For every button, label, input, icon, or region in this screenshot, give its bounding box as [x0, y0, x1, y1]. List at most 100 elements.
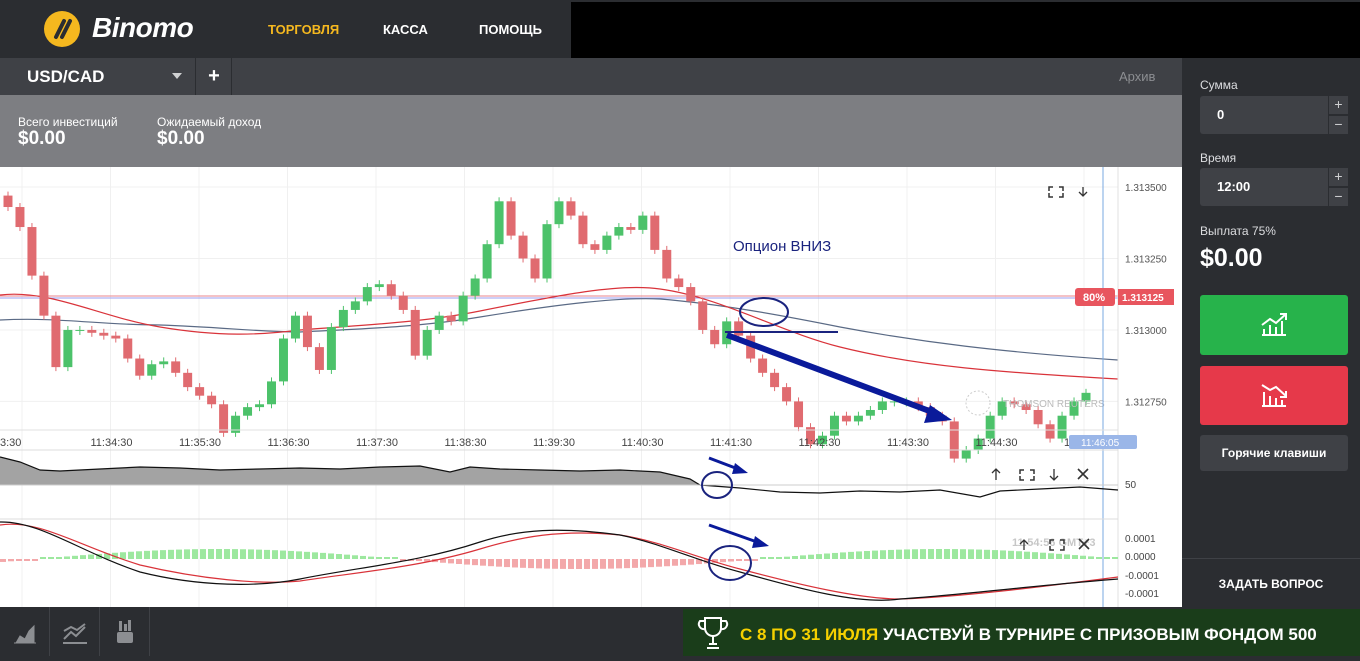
option-down-annotation: Опцион ВНИЗ	[733, 238, 831, 255]
asset-name[interactable]: USD/CAD	[27, 67, 104, 87]
macd-bar	[384, 557, 390, 559]
close-icon[interactable]	[1077, 468, 1089, 480]
arrow-up-icon[interactable]	[991, 468, 1001, 480]
archive-link[interactable]: Архив	[1119, 69, 1155, 84]
x-tick-label: 11:42:30	[799, 437, 841, 449]
amount-input[interactable]: 0	[1200, 96, 1328, 134]
macd-bar	[456, 559, 462, 564]
arrow-down-icon[interactable]	[1078, 187, 1088, 197]
nav-trading[interactable]: ТОРГОВЛЯ	[268, 22, 339, 37]
indicators-icon[interactable]	[50, 607, 100, 656]
macd-bar	[544, 559, 550, 569]
candle	[171, 361, 181, 373]
x-tick-label: 3:30	[0, 437, 21, 449]
x-tick-label: 11:40:30	[622, 437, 664, 449]
fullscreen-icon[interactable]	[1048, 186, 1064, 198]
x-tick-label: 11:34:30	[91, 437, 133, 449]
candle	[961, 450, 971, 459]
candle	[338, 309, 348, 328]
macd-bar	[568, 559, 574, 569]
macd-bar	[800, 555, 806, 559]
y-tick-label: 1.313250	[1125, 254, 1167, 265]
candle	[853, 415, 863, 422]
chevron-down-icon[interactable]	[172, 73, 182, 79]
macd-bar	[848, 551, 854, 559]
x-tick-label: 11:38:30	[445, 437, 487, 449]
candle	[494, 201, 504, 245]
macd-bar	[776, 557, 782, 559]
macd-bar	[496, 559, 502, 567]
candle	[542, 224, 552, 279]
hotkeys-button[interactable]: Горячие клавиши	[1200, 435, 1348, 471]
macd-bar	[136, 551, 142, 559]
macd-bar	[480, 559, 486, 566]
candle	[829, 415, 839, 436]
put-down-button[interactable]	[1200, 366, 1348, 425]
macd-bar	[216, 549, 222, 559]
macd-bar	[952, 549, 958, 559]
candle	[770, 372, 780, 388]
binomo-logo-icon[interactable]	[44, 11, 80, 47]
macd-bar	[32, 559, 38, 561]
time-input[interactable]: 12:00	[1200, 168, 1328, 206]
arrow-down-icon[interactable]	[1049, 469, 1059, 481]
thomson-reuters-watermark: THOMSON REUTERS	[1003, 399, 1105, 410]
macd-bar	[296, 551, 302, 559]
macd-bar	[1072, 555, 1078, 559]
logo-text[interactable]: Binomo	[92, 12, 194, 44]
candle	[302, 315, 312, 348]
macd-bar	[832, 552, 838, 559]
macd-bar	[552, 559, 558, 569]
macd-bar	[488, 559, 494, 567]
candle	[135, 358, 145, 376]
macd-bar	[24, 559, 30, 561]
candle	[255, 404, 265, 408]
candle	[87, 329, 97, 333]
x-tick-label: 11:43:30	[887, 437, 929, 449]
macd-bar	[744, 559, 750, 561]
total-investment-value: $0.00	[18, 128, 66, 149]
macd-bar	[320, 552, 326, 559]
macd-bar	[256, 549, 262, 559]
chart-type-icon[interactable]	[0, 607, 50, 656]
macd-bar	[464, 559, 470, 565]
price-chart[interactable]: Опцион ВНИЗ THOMSON REUTERS 1.313500 1.31…	[0, 167, 1182, 607]
macd-bar	[1096, 557, 1102, 559]
macd-bar	[640, 559, 646, 568]
add-tab-button[interactable]: +	[197, 58, 232, 95]
macd-bar	[40, 557, 46, 559]
macd-bar	[272, 550, 278, 559]
candle	[614, 227, 624, 236]
macd-bar	[80, 555, 86, 559]
macd-bar	[512, 559, 518, 568]
amount-decrease-button[interactable]: −	[1329, 116, 1348, 134]
candle	[386, 284, 396, 296]
candle	[698, 301, 708, 330]
candle	[99, 332, 109, 336]
fullscreen-icon[interactable]	[1019, 469, 1035, 481]
chart-svg[interactable]: Опцион ВНИЗ THOMSON REUTERS 1.313500 1.31…	[0, 167, 1182, 607]
macd-bar	[1064, 554, 1070, 559]
candle	[734, 321, 744, 336]
candle	[638, 215, 648, 230]
candle	[949, 421, 959, 459]
macd-bar	[520, 559, 526, 568]
amount-increase-button[interactable]: +	[1329, 96, 1348, 114]
macd-bar	[992, 550, 998, 559]
time-decrease-button[interactable]: −	[1329, 188, 1348, 206]
tournament-banner-text[interactable]: С 8 ПО 31 ИЮЛЯ УЧАСТВУЙ В ТУРНИРЕ С ПРИЗ…	[740, 625, 1317, 645]
call-up-button[interactable]	[1200, 295, 1348, 355]
candle	[326, 327, 336, 370]
nav-cashier[interactable]: КАССА	[383, 22, 428, 37]
amount-label: Сумма	[1200, 78, 1238, 92]
candle	[686, 287, 696, 302]
ask-question-button[interactable]: ЗАДАТЬ ВОПРОС	[1182, 558, 1360, 607]
drawing-tools-icon[interactable]	[100, 607, 150, 656]
time-increase-button[interactable]: +	[1329, 168, 1348, 186]
macd-bar	[72, 555, 78, 559]
nav-help[interactable]: ПОМОЩЬ	[479, 22, 542, 37]
candle	[674, 278, 684, 288]
macd-bar	[160, 550, 166, 559]
candle	[63, 329, 73, 368]
y-tick-label: 1.313000	[1125, 326, 1167, 337]
